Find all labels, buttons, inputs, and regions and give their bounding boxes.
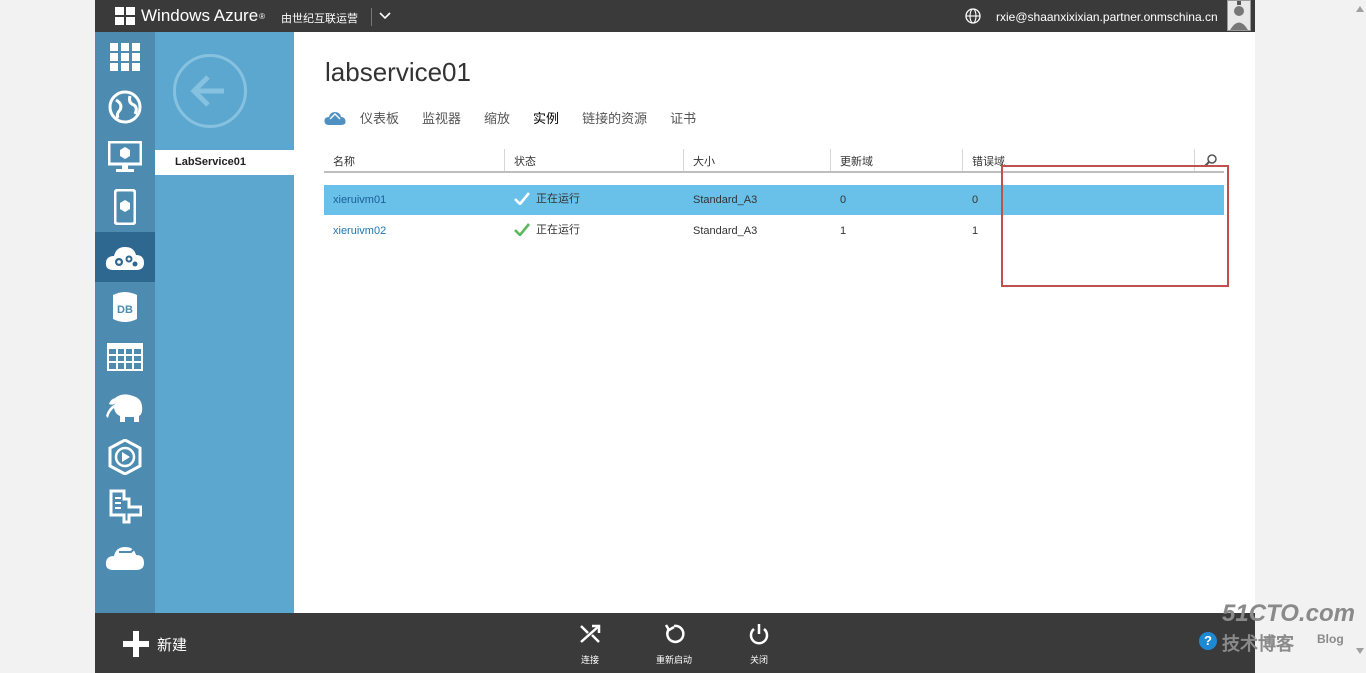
fault-domain-cell: 1: [972, 225, 979, 237]
check-icon: [514, 191, 530, 205]
update-domain-cell: 0: [840, 194, 847, 206]
watermark-site: 51CTO.com: [1222, 600, 1355, 627]
arrow-left-icon: [190, 75, 224, 107]
main-content: labservice01 仪表板 监视器 缩放 实例 链接的资源 证书 名称 状…: [294, 32, 1255, 613]
shutdown-label: 关闭: [749, 655, 768, 665]
scroll-up-icon[interactable]: [1356, 6, 1364, 12]
hdinsight-icon: [106, 394, 143, 422]
rail-item-hdinsight[interactable]: [95, 382, 155, 432]
column-divider: [962, 149, 963, 171]
page-title: labservice01: [325, 57, 471, 87]
restart-button[interactable]: 重新启动: [644, 623, 704, 666]
cloud-services-icon: [105, 247, 144, 270]
rail-item-storage[interactable]: [95, 332, 155, 382]
media-services-icon: [108, 439, 142, 475]
status-text: 正在运行: [536, 224, 580, 236]
status-cell: 正在运行: [514, 190, 580, 206]
size-cell: Standard_A3: [693, 225, 758, 237]
tab-monitor[interactable]: 监视器: [422, 108, 461, 127]
registered-mark: ®: [259, 11, 266, 21]
sql-databases-icon: DB: [113, 292, 137, 322]
service-bus-icon: [109, 489, 142, 524]
user-email[interactable]: rxie@shaanxixixian.partner.onmschina.cn: [996, 10, 1218, 24]
cloud-service-tab-icon: [324, 111, 346, 125]
plus-icon: [123, 631, 149, 657]
portal-window: Windows Azure ® 由世纪互联运营 rxie@shaanxixixi…: [95, 0, 1255, 673]
power-icon: [749, 624, 769, 645]
highlight-box: [1001, 165, 1229, 287]
secondary-nav: LabService01: [155, 32, 294, 613]
new-label: 新建: [157, 636, 188, 654]
virtual-machines-icon: [108, 141, 142, 172]
column-divider: [683, 149, 684, 171]
connect-button[interactable]: 连接: [560, 623, 620, 666]
rail-item-cloud-services[interactable]: [95, 232, 155, 282]
column-header-status[interactable]: 状态: [514, 153, 536, 169]
scroll-down-icon[interactable]: [1356, 648, 1364, 654]
command-bar: 新建 连接 重新启动 关闭 ?: [95, 613, 1255, 673]
brand-name: Windows Azure: [141, 6, 259, 25]
service-rail: DB: [95, 32, 155, 613]
tab-scale[interactable]: 缩放: [484, 108, 510, 127]
shutdown-button[interactable]: 关闭: [729, 623, 789, 666]
rail-item-networks[interactable]: [95, 532, 155, 582]
column-header-update-domain[interactable]: 更新域: [840, 153, 873, 169]
chevron-down-icon[interactable]: [377, 7, 393, 23]
subnav-item-labservice01[interactable]: LabService01: [155, 150, 294, 175]
connect-label: 连接: [580, 655, 599, 665]
rail-item-websites[interactable]: [95, 82, 155, 132]
check-icon: [514, 222, 530, 236]
column-header-size[interactable]: 大小: [693, 153, 715, 169]
column-divider: [504, 149, 505, 171]
fault-domain-cell: 0: [972, 194, 979, 206]
rail-item-mobile-services[interactable]: [95, 182, 155, 232]
help-icon[interactable]: ?: [1199, 632, 1217, 650]
avatar[interactable]: [1227, 0, 1251, 31]
status-text: 正在运行: [536, 193, 580, 205]
storage-icon: [107, 343, 143, 371]
watermark-tagline: 技术博客: [1222, 634, 1294, 654]
instance-name-link[interactable]: xieruivm02: [333, 225, 386, 237]
operator-label: 由世纪互联运营: [281, 13, 358, 25]
rail-item-sql-databases[interactable]: DB: [95, 282, 155, 332]
back-button[interactable]: [173, 54, 247, 128]
update-domain-cell: 1: [840, 225, 847, 237]
rail-item-media-services[interactable]: [95, 432, 155, 482]
globe-icon[interactable]: [965, 8, 981, 24]
top-bar: Windows Azure ® 由世纪互联运营 rxie@shaanxixixi…: [95, 0, 1255, 32]
websites-icon: [108, 90, 142, 124]
all-items-icon: [110, 43, 140, 71]
new-button[interactable]: 新建: [123, 631, 187, 657]
watermark: 51CTO.com 技术博客 Blog: [1222, 600, 1355, 654]
svg-text:DB: DB: [117, 304, 133, 316]
topbar-divider: [371, 8, 372, 26]
tab-linked-resources[interactable]: 链接的资源: [582, 108, 647, 127]
mobile-services-icon: [114, 189, 136, 225]
rail-item-virtual-machines[interactable]: [95, 132, 155, 182]
instance-name-link[interactable]: xieruivm01: [333, 194, 386, 206]
networks-icon: [105, 547, 144, 570]
tab-certificates[interactable]: 证书: [670, 108, 696, 127]
watermark-blog: Blog: [1317, 632, 1344, 646]
size-cell: Standard_A3: [693, 194, 758, 206]
windows-logo-icon: [115, 7, 135, 25]
column-header-name[interactable]: 名称: [333, 153, 355, 169]
status-cell: 正在运行: [514, 221, 580, 237]
azure-logo[interactable]: Windows Azure ®: [115, 6, 265, 26]
restart-icon: [664, 624, 685, 644]
tab-dashboard[interactable]: 仪表板: [360, 108, 399, 127]
rail-item-service-bus[interactable]: [95, 482, 155, 532]
tab-instances[interactable]: 实例: [533, 108, 559, 127]
connect-icon: [580, 624, 601, 643]
tab-bar: 仪表板 监视器 缩放 实例 链接的资源 证书: [324, 108, 719, 127]
column-divider: [830, 149, 831, 171]
restart-label: 重新启动: [655, 655, 692, 665]
rail-item-all-items[interactable]: [95, 32, 155, 82]
